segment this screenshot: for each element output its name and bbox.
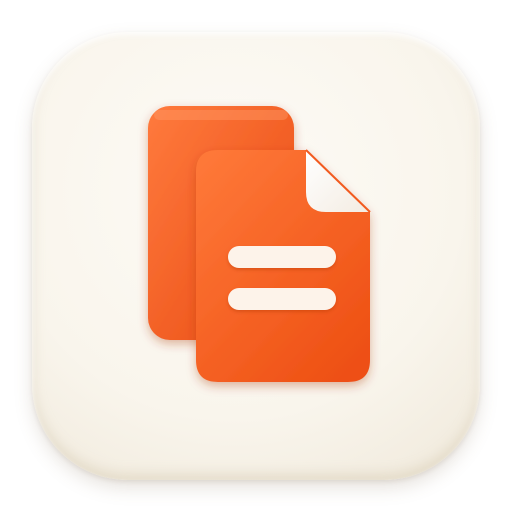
copy-documents-icon xyxy=(148,106,371,382)
app-icon-stage xyxy=(0,0,512,512)
folded-corner xyxy=(305,149,371,213)
text-line-1 xyxy=(228,246,336,268)
text-line-2 xyxy=(228,288,336,310)
